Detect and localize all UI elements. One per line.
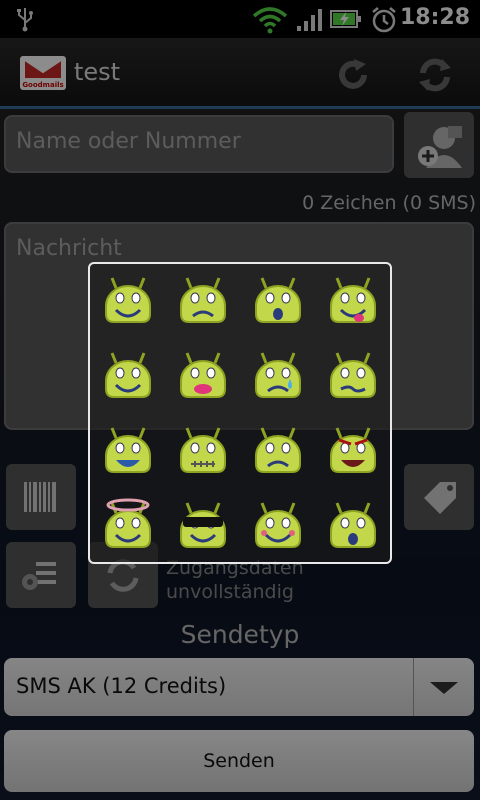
emoticon-tongue-icon[interactable] xyxy=(330,277,376,323)
emoticon-kiss-icon[interactable] xyxy=(180,352,226,398)
emoticon-angry-icon[interactable] xyxy=(330,427,376,473)
emoticon-cry-icon[interactable] xyxy=(255,352,301,398)
emoticon-undecided-icon[interactable] xyxy=(330,352,376,398)
emoticon-cool-icon[interactable] xyxy=(180,502,226,548)
emoticon-picker xyxy=(88,262,392,564)
emoticon-smile-icon[interactable] xyxy=(105,277,151,323)
emoticon-grid xyxy=(105,277,376,548)
emoticon-wink-icon[interactable] xyxy=(105,352,151,398)
emoticon-angel-icon[interactable] xyxy=(105,498,151,548)
emoticon-sealed-icon[interactable] xyxy=(180,427,226,473)
emoticon-sad-icon[interactable] xyxy=(180,277,226,323)
emoticon-wonder-icon[interactable] xyxy=(330,502,376,548)
emoticon-embarrassed-icon[interactable] xyxy=(255,502,301,548)
emoticon-surprised-icon[interactable] xyxy=(255,277,301,323)
emoticon-confused-icon[interactable] xyxy=(255,427,301,473)
emoticon-laugh-icon[interactable] xyxy=(105,427,151,473)
